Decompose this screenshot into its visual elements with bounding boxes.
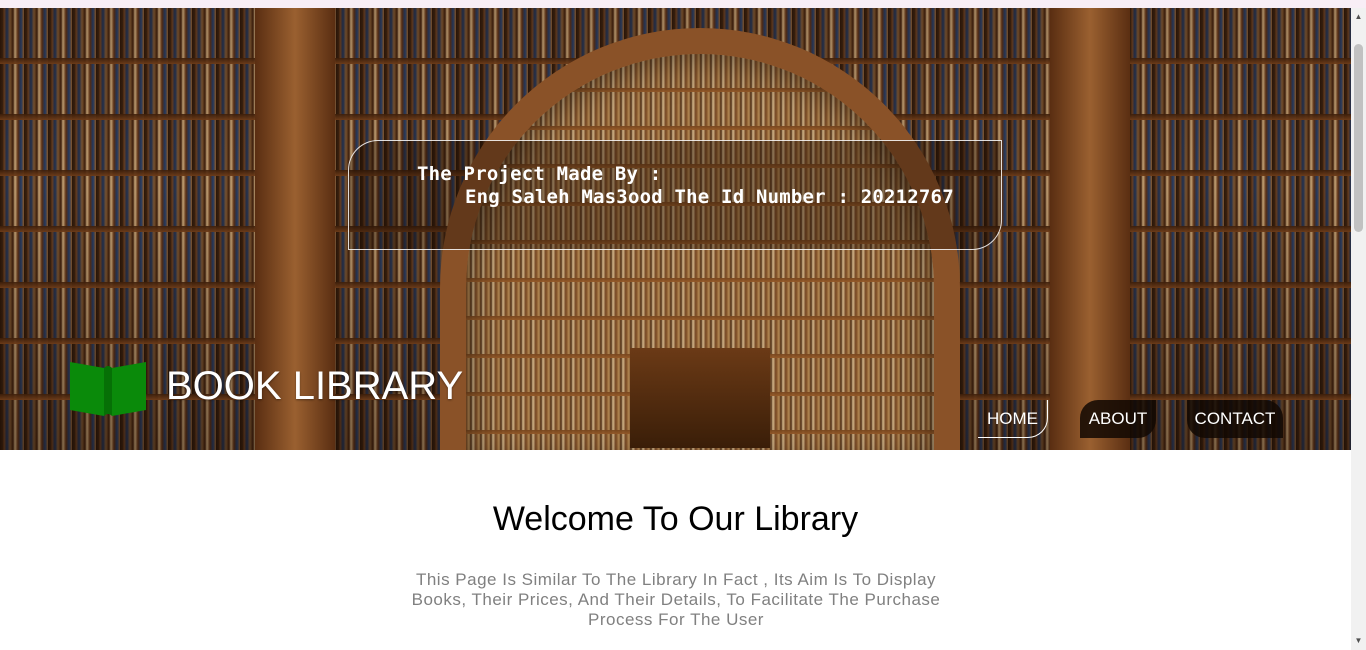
nav-contact-link[interactable]: CONTACT	[1187, 400, 1283, 438]
project-credit-card: The Project Made By : Eng Saleh Mas3ood …	[348, 140, 1002, 250]
site-logo-text: BOOK LIBRARY	[166, 363, 464, 408]
site-logo[interactable]: BOOK LIBRARY	[66, 354, 463, 418]
reading-desk	[630, 348, 770, 448]
arrow-down-icon[interactable]: ▼	[1351, 634, 1366, 648]
page-scrollbar[interactable]: ▲ ▼	[1351, 8, 1366, 650]
welcome-heading: Welcome To Our Library	[492, 500, 859, 538]
open-book-icon	[70, 362, 146, 416]
nav-about-link[interactable]: ABOUT	[1080, 400, 1156, 438]
project-credit-heading: The Project Made By :	[417, 163, 662, 185]
nav-home-link[interactable]: HOME	[978, 400, 1048, 438]
welcome-description: This Page Is Similar To The Library In F…	[411, 570, 941, 629]
arrow-up-icon[interactable]: ▲	[1351, 10, 1366, 24]
hero-banner: The Project Made By : Eng Saleh Mas3ood …	[0, 8, 1351, 450]
project-credit-author: Eng Saleh Mas3ood The Id Number : 202127…	[465, 186, 954, 208]
top-strip	[0, 0, 1366, 8]
wood-pillar-right	[1050, 8, 1130, 450]
scrollbar-thumb[interactable]	[1354, 44, 1363, 232]
